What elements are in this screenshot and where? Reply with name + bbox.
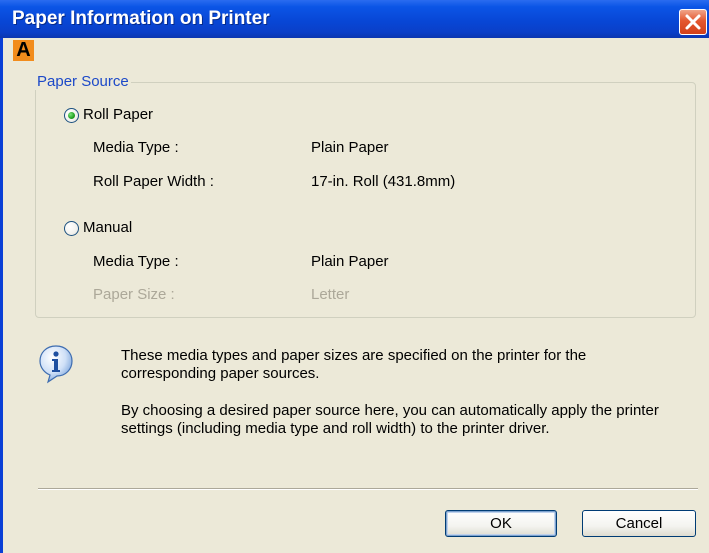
cancel-button[interactable]: Cancel [582,510,696,537]
info-text-2: By choosing a desired paper source here,… [121,402,659,437]
roll-paper-radio[interactable] [64,108,79,123]
roll-media-type-label: Media Type : [93,139,179,156]
title-bar[interactable]: Paper Information on Printer [0,0,709,38]
roll-paper-width-value: 17-in. Roll (431.8mm) [311,173,456,190]
separator-line [38,488,698,490]
manual-paper-size-label: Paper Size : [93,286,175,303]
close-button[interactable] [679,9,707,35]
callout-marker: A [13,40,34,61]
close-icon [685,14,701,30]
roll-paper-label[interactable]: Roll Paper [83,106,153,123]
paper-source-legend: Paper Source [35,73,131,90]
information-icon [39,345,73,384]
manual-radio[interactable] [64,221,79,236]
manual-label[interactable]: Manual [83,219,132,236]
manual-media-type-value: Plain Paper [311,253,389,270]
manual-paper-size-value: Letter [311,286,350,303]
roll-paper-width-label: Roll Paper Width : [93,173,214,190]
info-text-1: These media types and paper sizes are sp… [121,347,587,382]
window-title: Paper Information on Printer [12,8,270,29]
radio-selected-dot [68,112,75,119]
roll-media-type-value: Plain Paper [311,139,389,156]
manual-media-type-label: Media Type : [93,253,179,270]
dialog-window: Paper Information on Printer A Paper Sou… [0,0,709,553]
ok-button[interactable]: OK [445,510,557,537]
